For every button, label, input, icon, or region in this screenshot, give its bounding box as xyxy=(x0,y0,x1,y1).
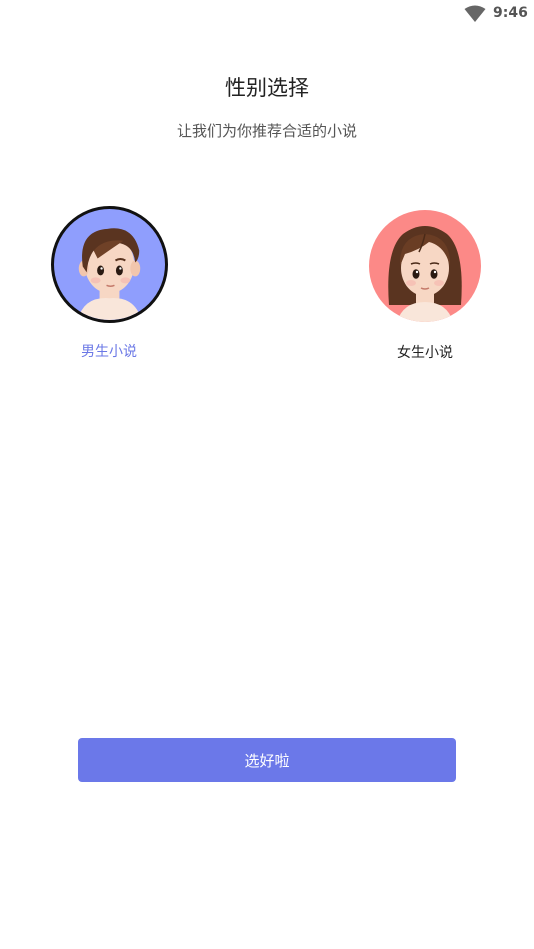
male-novel-label: 男生小说 xyxy=(81,344,137,360)
girl-avatar-icon xyxy=(369,210,481,322)
page-subtitle: 让我们为你推荐合适的小说 xyxy=(176,122,357,140)
wifi-icon xyxy=(464,5,486,22)
status-bar: 9:46 xyxy=(0,0,534,30)
confirm-button[interactable]: 选好啦 xyxy=(78,738,456,782)
page-title: 性别选择 xyxy=(225,76,309,100)
boy-avatar-icon xyxy=(50,206,168,323)
status-time: 9:46 xyxy=(493,5,528,21)
male-novel-option[interactable]: 男生小说 xyxy=(39,206,179,361)
female-novel-option[interactable]: 女生小说 xyxy=(355,206,495,362)
female-novel-label: 女生小说 xyxy=(397,345,453,361)
